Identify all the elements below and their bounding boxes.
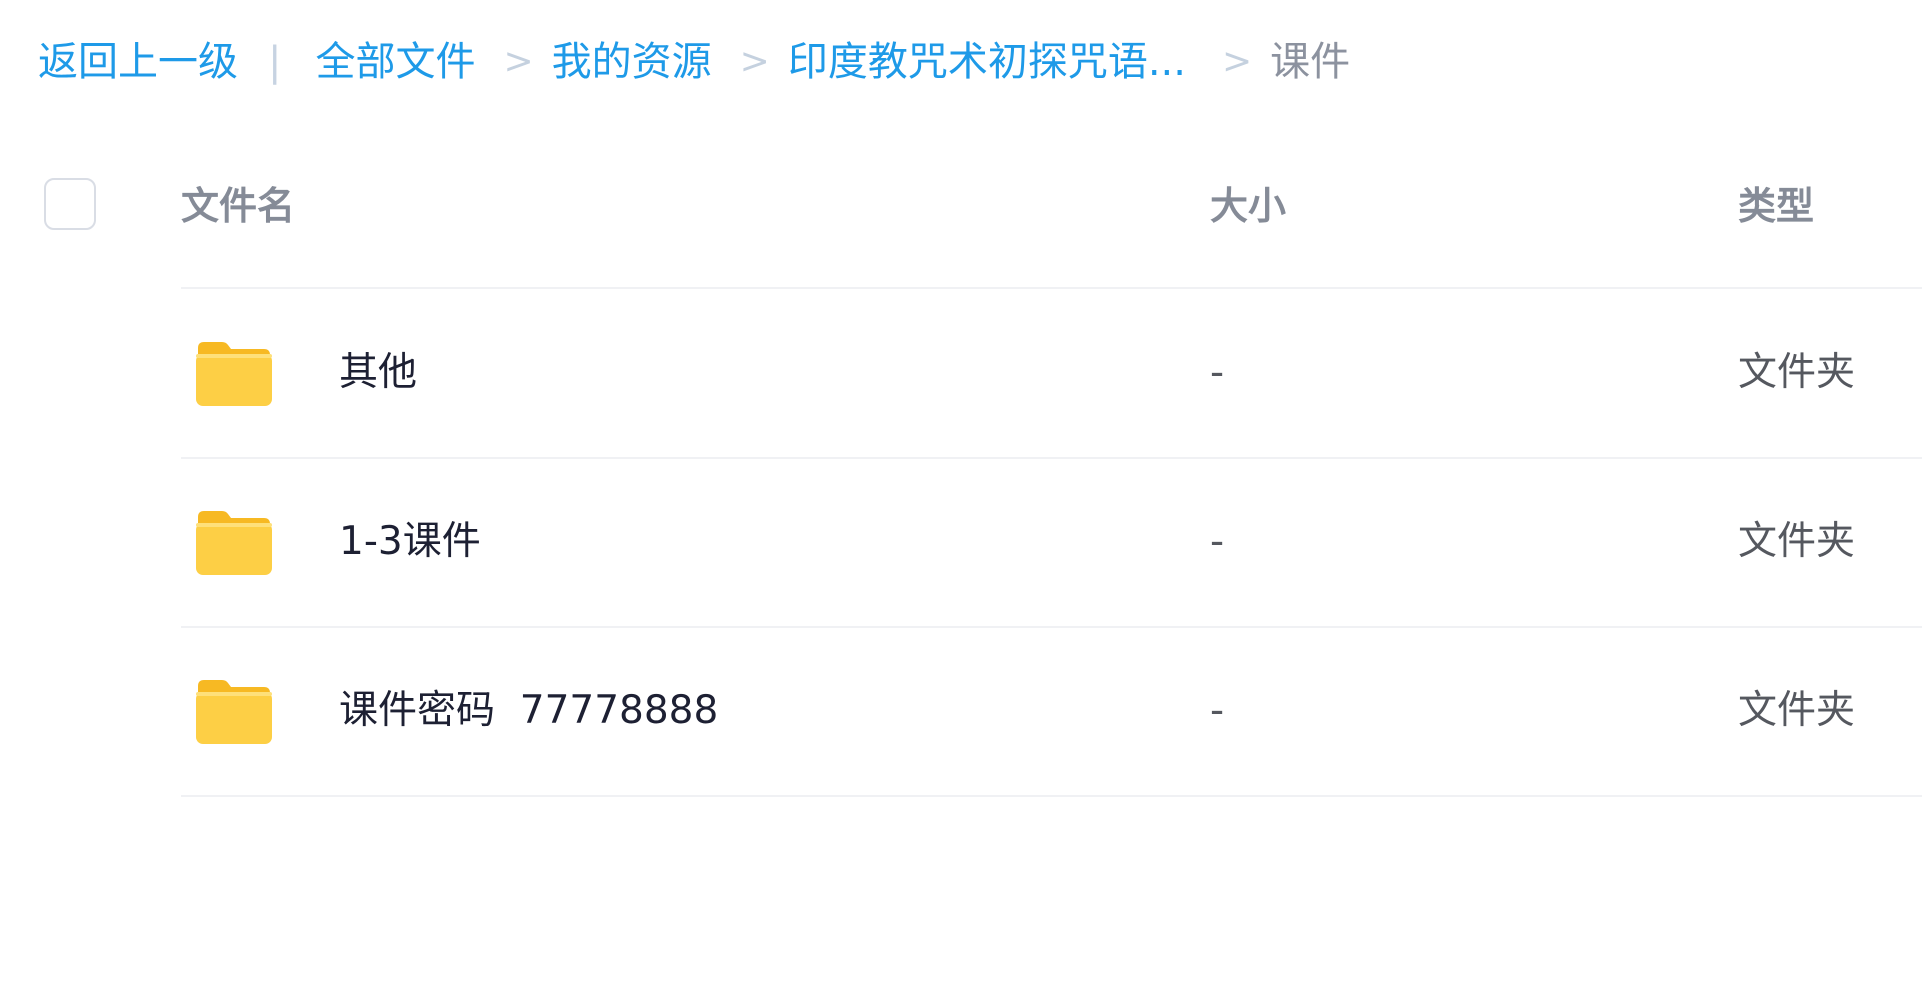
file-size: - <box>1210 688 1225 733</box>
breadcrumb-separator: > <box>503 41 534 82</box>
table-row[interactable]: 其他 - 文件夹 <box>0 290 1922 459</box>
select-all-checkbox[interactable] <box>44 178 96 230</box>
breadcrumb-separator: > <box>739 41 770 82</box>
breadcrumb-current: 课件 <box>1270 39 1351 85</box>
breadcrumb-item-folder[interactable]: 印度教咒术初探咒语... <box>788 42 1186 82</box>
file-list: 其他 - 文件夹 1-3课件 - 文件夹 课件密码 77778888 - 文件夹 <box>0 290 1922 797</box>
table-row[interactable]: 1-3课件 - 文件夹 <box>0 459 1922 628</box>
table-header: 文件名 大小 类型 <box>0 160 1922 290</box>
table-row[interactable]: 课件密码 77778888 - 文件夹 <box>0 628 1922 797</box>
breadcrumb-separator: > <box>1221 41 1253 82</box>
file-type: 文件夹 <box>1738 688 1856 733</box>
file-browser: 返回上一级 | 全部文件 > 我的资源 > 印度教咒术初探咒语... > 课件 … <box>0 0 1922 986</box>
file-name[interactable]: 其他 <box>339 350 417 396</box>
breadcrumb-item-my-resources[interactable]: 我的资源 <box>552 42 712 82</box>
file-type: 文件夹 <box>1738 350 1856 395</box>
folder-icon <box>196 680 272 744</box>
file-size: - <box>1210 350 1225 395</box>
column-header-size[interactable]: 大小 <box>1210 184 1286 228</box>
header-divider <box>181 287 1922 289</box>
folder-icon <box>196 342 272 406</box>
breadcrumb: 返回上一级 | 全部文件 > 我的资源 > 印度教咒术初探咒语... > 课件 <box>38 26 1350 98</box>
back-link[interactable]: 返回上一级 <box>38 42 238 82</box>
file-name[interactable]: 1-3课件 <box>339 519 481 565</box>
breadcrumb-item-all-files[interactable]: 全部文件 <box>315 42 475 82</box>
column-header-type[interactable]: 类型 <box>1738 184 1814 228</box>
breadcrumb-divider: | <box>268 39 282 85</box>
file-type: 文件夹 <box>1738 519 1856 564</box>
file-name[interactable]: 课件密码 77778888 <box>339 688 718 734</box>
column-header-name[interactable]: 文件名 <box>181 184 295 228</box>
folder-icon <box>196 511 272 575</box>
file-size: - <box>1210 519 1225 564</box>
